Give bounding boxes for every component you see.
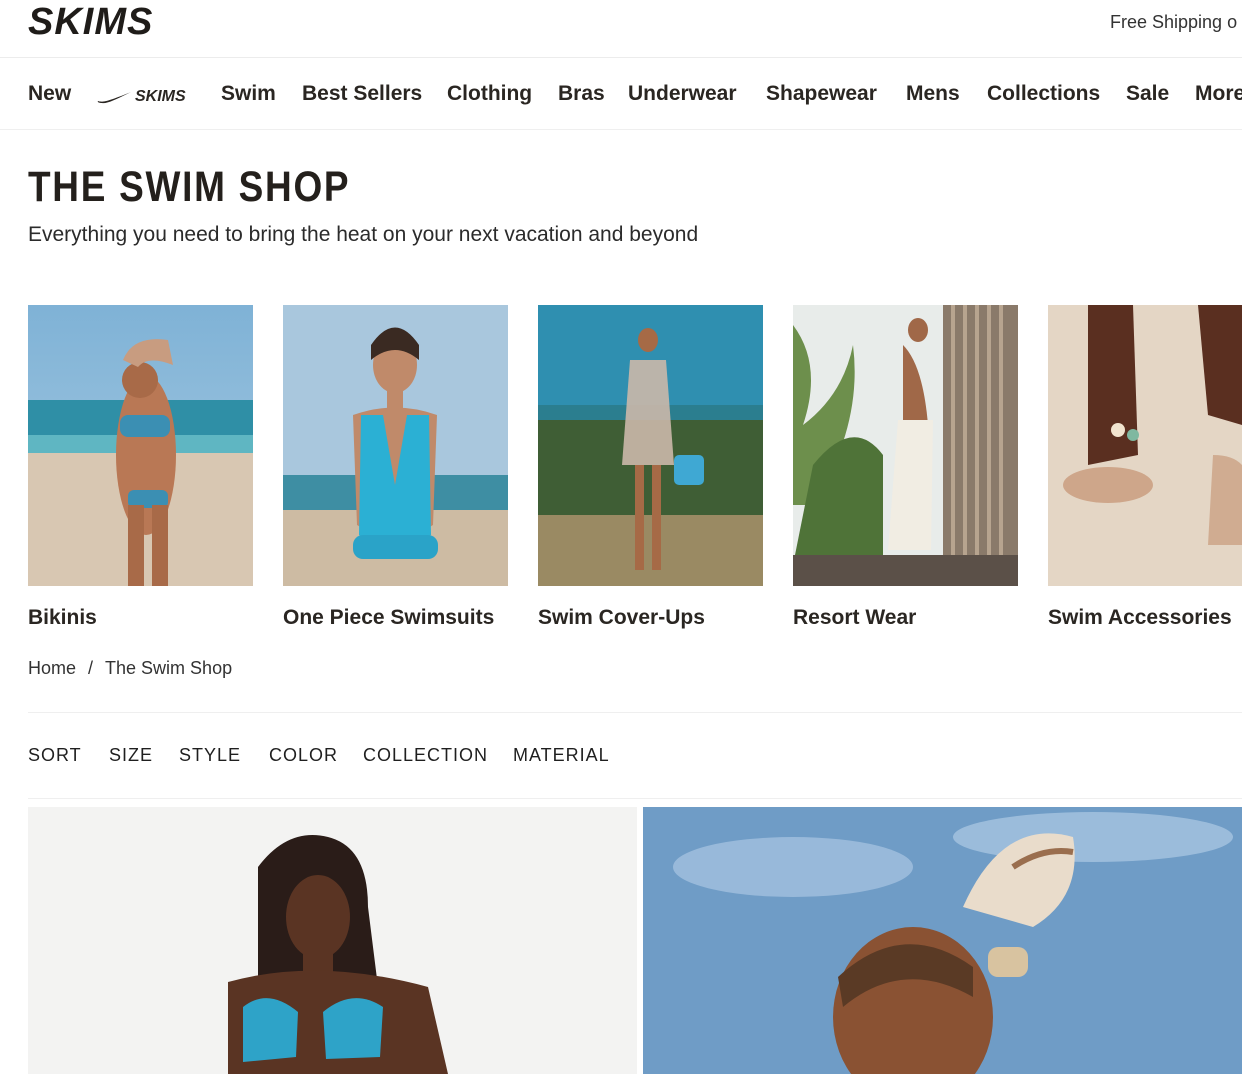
nav-item-shapewear[interactable]: Shapewear xyxy=(766,82,877,106)
shipping-banner: Free Shipping o xyxy=(1110,12,1238,32)
svg-text:SKIMS: SKIMS xyxy=(28,2,153,42)
filter-material[interactable]: MATERIAL xyxy=(513,745,610,766)
product-tile-image-2[interactable] xyxy=(643,807,1242,1074)
filter-bar: SORT SIZE STYLE COLOR COLLECTION MATERIA… xyxy=(28,712,1242,799)
nav-item-underwear[interactable]: Underwear xyxy=(628,82,737,106)
breadcrumb-current: The Swim Shop xyxy=(105,658,233,678)
category-image-cover-ups xyxy=(538,305,763,586)
filter-style[interactable]: STYLE xyxy=(179,745,241,766)
nav-item-mens[interactable]: Mens xyxy=(906,82,960,106)
breadcrumb: Home / The Swim Shop xyxy=(28,658,232,679)
category-card-cover-ups[interactable]: Swim Cover-Ups xyxy=(538,305,763,635)
category-card-accessories[interactable]: Swim Accessories xyxy=(1048,305,1242,635)
top-bar: SKIMS Free Shipping o xyxy=(0,0,1242,58)
nav-item-best-sellers[interactable]: Best Sellers xyxy=(302,82,422,106)
skims-logo[interactable]: SKIMS xyxy=(28,2,174,42)
nav-item-sale[interactable]: Sale xyxy=(1126,82,1169,106)
breadcrumb-home-link[interactable]: Home xyxy=(28,658,76,678)
nav-item-collections[interactable]: Collections xyxy=(987,82,1100,106)
nav-item-new[interactable]: New xyxy=(28,82,71,106)
filter-collection[interactable]: COLLECTION xyxy=(363,745,488,766)
category-image-resort-wear xyxy=(793,305,1018,586)
category-label-bikinis: Bikinis xyxy=(28,606,97,629)
nav-item-swim[interactable]: Swim xyxy=(221,82,276,106)
category-label-one-piece: One Piece Swimsuits xyxy=(283,606,495,629)
category-label-accessories: Swim Accessories xyxy=(1048,606,1232,629)
category-card-one-piece[interactable]: One Piece Swimsuits xyxy=(283,305,508,635)
category-image-one-piece xyxy=(283,305,508,586)
product-tile-image-1[interactable] xyxy=(28,807,637,1074)
category-label-cover-ups: Swim Cover-Ups xyxy=(538,606,705,629)
nike-swoosh-icon xyxy=(97,92,131,104)
nav-item-bras[interactable]: Bras xyxy=(558,82,605,106)
filter-sort[interactable]: SORT xyxy=(28,745,82,766)
breadcrumb-separator: / xyxy=(88,658,94,678)
page-title: THE SWIM SHOP xyxy=(28,163,351,211)
nike-skims-collab-link[interactable]: SKIMS xyxy=(97,84,197,106)
filter-size[interactable]: SIZE xyxy=(109,745,153,766)
category-image-bikinis xyxy=(28,305,253,586)
filter-color[interactable]: COLOR xyxy=(269,745,338,766)
category-card-resort-wear[interactable]: Resort Wear xyxy=(793,305,1018,635)
svg-text:SKIMS: SKIMS xyxy=(135,88,186,105)
category-label-resort-wear: Resort Wear xyxy=(793,606,917,629)
page-subtitle: Everything you need to bring the heat on… xyxy=(28,223,699,246)
nav-item-clothing[interactable]: Clothing xyxy=(447,82,532,106)
category-card-bikinis[interactable]: Bikinis xyxy=(28,305,253,635)
category-image-accessories xyxy=(1048,305,1242,586)
nav-item-more[interactable]: More xyxy=(1195,82,1242,106)
